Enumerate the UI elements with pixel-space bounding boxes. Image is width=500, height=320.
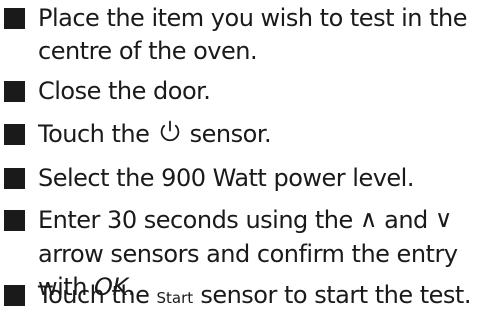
step-line: Enter 30 seconds using the ∧ and ∨ (38, 204, 458, 238)
step-line: arrow sensors and confirm the entry (38, 239, 458, 268)
step-text-part: Touch the (38, 281, 157, 309)
bullet-icon (4, 81, 25, 102)
bullet-icon (4, 168, 25, 189)
step-text: Select the 900 Watt power level. (38, 164, 414, 192)
list-item: Close the door. (4, 75, 500, 108)
bullet-icon (4, 210, 25, 231)
step-line: centre of the oven. (38, 37, 258, 65)
arrow-up-icon: ∧ (359, 204, 378, 233)
step-text: Touch the Start sensor to start the test… (38, 279, 471, 315)
list-item: Touch the sensor. (4, 118, 500, 151)
power-icon (160, 120, 179, 142)
step-text: Place the item you wish to test in the c… (38, 2, 468, 68)
instruction-list: Place the item you wish to test in the c… (0, 0, 500, 320)
list-item: Touch the Start sensor to start the test… (4, 279, 500, 315)
list-item: Place the item you wish to test in the c… (4, 2, 500, 68)
step-text-part: Enter 30 seconds using the (38, 206, 360, 234)
bullet-icon (4, 285, 25, 306)
step-text-part: and (377, 206, 435, 234)
step-text-part: Touch the (38, 120, 157, 148)
bullet-icon (4, 124, 25, 145)
arrow-down-icon: ∨ (434, 204, 453, 233)
list-item: Select the 900 Watt power level. (4, 162, 500, 195)
start-label: Start (156, 289, 194, 307)
step-line: Place the item you wish to test in the (38, 4, 468, 32)
step-text: Touch the sensor. (38, 118, 272, 151)
step-text-part: sensor to start the test. (193, 281, 471, 309)
step-text-part: sensor. (182, 120, 272, 148)
bullet-icon (4, 8, 25, 29)
step-text: Close the door. (38, 77, 211, 105)
